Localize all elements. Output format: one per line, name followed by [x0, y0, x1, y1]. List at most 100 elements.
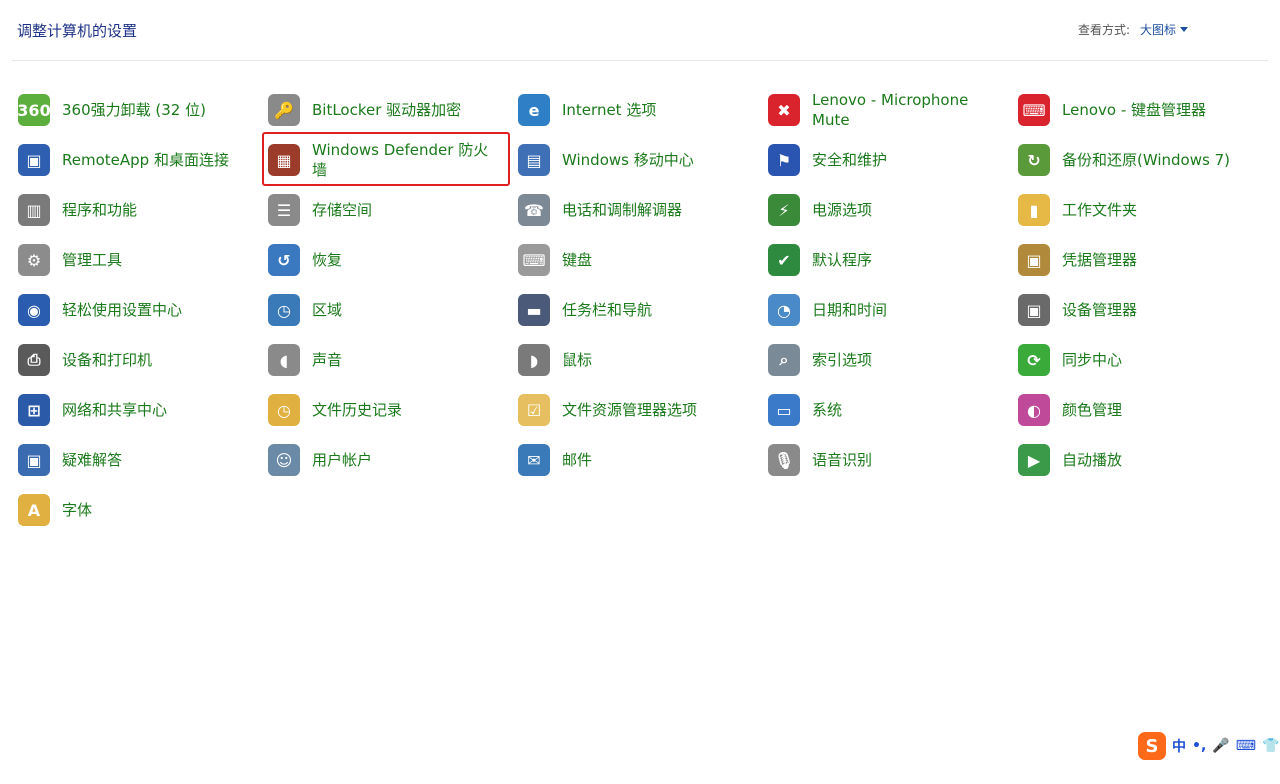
view-mode-value: 大图标	[1140, 23, 1177, 37]
control-panel-item[interactable]: ▣ 凭据管理器	[1012, 235, 1262, 285]
control-panel-item[interactable]: 🔑 BitLocker 驱动器加密	[262, 85, 512, 135]
control-panel-item-label: 恢复	[312, 251, 343, 269]
ime-punct-toggle[interactable]: •,	[1192, 738, 1206, 754]
control-panel-item[interactable]: ▬ 任务栏和导航	[512, 285, 762, 335]
control-panel-item[interactable]: ⚙ 管理工具	[12, 235, 262, 285]
control-panel-item-label: 360强力卸载 (32 位)	[62, 101, 206, 119]
security-flag-icon: ⚑	[768, 144, 800, 176]
control-panel-item[interactable]: ◷ 文件历史记录	[262, 385, 512, 435]
ime-lang-toggle[interactable]: 中	[1172, 736, 1186, 756]
microphone-icon[interactable]: 🎤	[1212, 738, 1229, 754]
default-programs-icon: ✔	[768, 244, 800, 276]
control-panel-item[interactable]: ⚡ 电源选项	[762, 185, 1012, 235]
date-time-icon: ◔	[768, 294, 800, 326]
mobility-center-icon: ▤	[518, 144, 550, 176]
control-panel-item[interactable]: ▥ 程序和功能	[12, 185, 262, 235]
control-panel-item[interactable]: 🎙 语音识别	[762, 435, 1012, 485]
control-panel-item[interactable]: ↺ 恢复	[262, 235, 512, 285]
network-sharing-icon: ⊞	[18, 394, 50, 426]
control-panel-item-label: 安全和维护	[812, 151, 888, 169]
control-panel-item-label: 颜色管理	[1062, 401, 1123, 419]
header-divider	[12, 60, 1268, 61]
control-panel-item[interactable]: ☎ 电话和调制解调器	[512, 185, 762, 235]
view-mode: 查看方式: 大图标	[1078, 21, 1189, 38]
control-panel-item-label: 自动播放	[1062, 451, 1123, 469]
control-panel-item-label: 轻松使用设置中心	[62, 301, 183, 319]
uninstall-icon: 360	[17, 94, 51, 126]
control-panel-item[interactable]: ▦ Windows Defender 防火墙	[262, 132, 512, 186]
control-panel-item-label: 设备管理器	[1062, 301, 1138, 319]
control-panel-item[interactable]: e Internet 选项	[512, 85, 762, 135]
control-panel-item-label: 凭据管理器	[1062, 251, 1138, 269]
control-panel-item[interactable]: ✖ Lenovo - Microphone Mute	[762, 85, 1012, 135]
troubleshooting-icon: ▣	[18, 444, 50, 476]
autoplay-icon: ▶	[1018, 444, 1050, 476]
control-panel-item-label: 区域	[312, 301, 343, 319]
speech-recognition-icon: 🎙	[768, 444, 800, 476]
control-panel-item[interactable]: A 字体	[12, 485, 262, 535]
view-mode-dropdown[interactable]: 大图标	[1140, 21, 1189, 38]
control-panel-item[interactable]: ▮ 工作文件夹	[1012, 185, 1262, 235]
control-panel-item[interactable]: 360 360强力卸载 (32 位)	[12, 85, 262, 135]
fonts-icon: A	[18, 494, 50, 526]
credential-manager-icon: ▣	[1018, 244, 1050, 276]
control-panel-item-label: 文件历史记录	[312, 401, 403, 419]
control-panel-item[interactable]: ◗ 鼠标	[512, 335, 762, 385]
control-panel-item[interactable]: ◔ 日期和时间	[762, 285, 1012, 335]
ease-of-access-icon: ◉	[18, 294, 50, 326]
control-panel-item-label: 存储空间	[312, 201, 373, 219]
devices-printers-icon: ⎙	[18, 344, 50, 376]
control-panel-item-label: 用户帐户	[312, 451, 373, 469]
control-panel-item-label: 任务栏和导航	[562, 301, 653, 319]
control-panel-item[interactable]: ☑ 文件资源管理器选项	[512, 385, 762, 435]
control-panel-item[interactable]: ☺ 用户帐户	[262, 435, 512, 485]
control-panel-item[interactable]: ↻ 备份和还原(Windows 7)	[1012, 135, 1262, 185]
recovery-icon: ↺	[268, 244, 300, 276]
control-panel-item[interactable]: ◉ 轻松使用设置中心	[12, 285, 262, 335]
control-panel-item[interactable]: ⚑ 安全和维护	[762, 135, 1012, 185]
ime-toolbar[interactable]: S 中 •, 🎤 ⌨ 👕	[1138, 730, 1280, 762]
keyboard-manager-icon: ⌨	[1018, 94, 1050, 126]
control-panel-item[interactable]: ▣ RemoteApp 和桌面连接	[12, 135, 262, 185]
control-panel-item[interactable]: ◐ 颜色管理	[1012, 385, 1262, 435]
control-panel-item[interactable]: ◷ 区域	[262, 285, 512, 335]
internet-options-icon: e	[518, 94, 550, 126]
control-panel-item[interactable]: ⌨ Lenovo - 键盘管理器	[1012, 85, 1262, 135]
control-panel-item-label: Lenovo - 键盘管理器	[1062, 101, 1207, 119]
control-panel-item[interactable]: ⌨ 键盘	[512, 235, 762, 285]
control-panel-item[interactable]: ◖ 声音	[262, 335, 512, 385]
control-panel-item[interactable]: ✉ 邮件	[512, 435, 762, 485]
work-folders-icon: ▮	[1018, 194, 1050, 226]
control-panel-item[interactable]: ✔ 默认程序	[762, 235, 1012, 285]
control-panel-item[interactable]: ☰ 存储空间	[262, 185, 512, 235]
control-panel-item[interactable]: ▤ Windows 移动中心	[512, 135, 762, 185]
power-options-icon: ⚡	[768, 194, 800, 226]
control-panel-item[interactable]: ▣ 疑难解答	[12, 435, 262, 485]
explorer-options-icon: ☑	[518, 394, 550, 426]
control-panel-item-label: Windows 移动中心	[562, 151, 694, 169]
keyboard-icon[interactable]: ⌨	[1236, 738, 1256, 754]
firewall-icon: ▦	[268, 144, 300, 176]
control-panel-item-label: BitLocker 驱动器加密	[312, 101, 462, 119]
control-panel-item-label: 默认程序	[812, 251, 873, 269]
control-panel-item[interactable]: ▶ 自动播放	[1012, 435, 1262, 485]
control-panel-item[interactable]: ⟳ 同步中心	[1012, 335, 1262, 385]
control-panel-item-label: Windows Defender 防火墙	[312, 141, 489, 179]
skin-icon[interactable]: 👕	[1262, 738, 1279, 754]
color-management-icon: ◐	[1018, 394, 1050, 426]
sogou-logo-icon[interactable]: S	[1138, 732, 1166, 760]
control-panel-item[interactable]: ⎙ 设备和打印机	[12, 335, 262, 385]
indexing-options-icon: ⌕	[768, 344, 800, 376]
region-clock-icon: ◷	[268, 294, 300, 326]
file-history-icon: ◷	[268, 394, 300, 426]
storage-spaces-icon: ☰	[268, 194, 300, 226]
control-panel-item[interactable]: ⌕ 索引选项	[762, 335, 1012, 385]
control-panel-item-label: 程序和功能	[62, 201, 138, 219]
control-panel-item[interactable]: ⊞ 网络和共享中心	[12, 385, 262, 435]
control-panel-item[interactable]: ▭ 系统	[762, 385, 1012, 435]
control-panel-item-label: 电源选项	[812, 201, 873, 219]
control-panel-item-label: RemoteApp 和桌面连接	[62, 151, 229, 169]
control-panel-item[interactable]: ▣ 设备管理器	[1012, 285, 1262, 335]
mail-icon: ✉	[518, 444, 550, 476]
control-panel-item-label: 网络和共享中心	[62, 401, 168, 419]
